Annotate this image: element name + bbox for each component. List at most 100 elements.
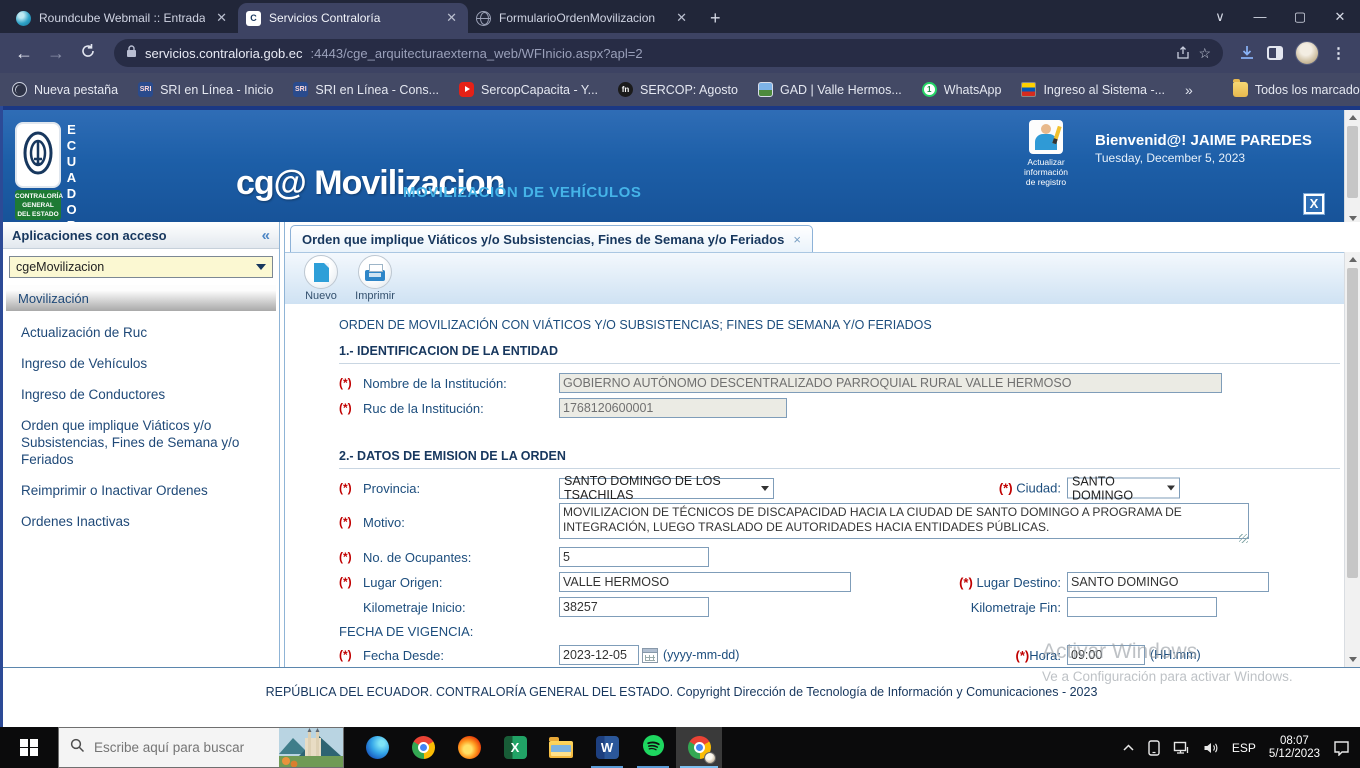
fecha-desde-input[interactable] <box>559 645 639 665</box>
tab-close-icon[interactable]: ✕ <box>673 10 690 26</box>
bookmark-ingreso-sistema[interactable]: Ingreso al Sistema -... <box>1021 82 1165 97</box>
network-icon[interactable] <box>1173 741 1190 755</box>
bookmark-sercop-agosto[interactable]: fn SERCOP: Agosto <box>618 82 738 97</box>
search-input[interactable] <box>94 740 244 755</box>
taskbar-word[interactable]: W <box>584 727 630 768</box>
back-icon[interactable]: ← <box>10 43 38 64</box>
km-inicio-input[interactable] <box>559 597 709 617</box>
km-inicio-label: Kilometraje Inicio: <box>363 600 559 615</box>
content-tab-close-icon[interactable]: × <box>793 232 801 247</box>
language-indicator[interactable]: ESP <box>1232 741 1256 755</box>
scrollbar-thumb[interactable] <box>1347 268 1358 578</box>
taskbar-excel[interactable]: X <box>492 727 538 768</box>
required-marker: (*) <box>339 550 363 564</box>
profile-avatar[interactable] <box>1295 41 1319 65</box>
forward-icon[interactable]: → <box>42 43 70 64</box>
close-window-button[interactable]: ✕ <box>1320 0 1360 33</box>
browser-tab-roundcube[interactable]: Roundcube Webmail :: Entrada ✕ <box>8 3 238 33</box>
taskbar-explorer[interactable] <box>538 727 584 768</box>
km-fin-input[interactable] <box>1067 597 1217 617</box>
ciudad-select[interactable]: SANTO DOMINGO <box>1067 478 1180 499</box>
bookmark-sri-consultas[interactable]: SRI SRI en Línea - Cons... <box>293 82 439 97</box>
taskbar-search[interactable] <box>58 727 344 768</box>
reload-icon[interactable] <box>74 43 102 64</box>
scrollbar-thumb[interactable] <box>1347 126 1358 198</box>
bookmark-star-icon[interactable]: ☆ <box>1198 45 1211 62</box>
imprimir-button[interactable]: Imprimir <box>351 255 399 302</box>
volume-icon[interactable] <box>1203 741 1219 755</box>
required-marker: (*) <box>1015 648 1029 663</box>
ruc-input[interactable] <box>559 398 787 418</box>
application-select[interactable]: cgeMovilizacion <box>9 256 273 278</box>
content-panel: Orden que implique Viáticos y/o Subsiste… <box>284 222 1360 667</box>
scroll-up-icon[interactable] <box>1345 252 1360 267</box>
browser-tab-servicios[interactable]: C Servicios Contraloría ✕ <box>238 3 468 33</box>
address-bar[interactable]: servicios.contraloria.gob.ec :4443/cge_a… <box>114 39 1223 67</box>
side-panel-icon[interactable] <box>1267 46 1283 60</box>
bookmark-whatsapp[interactable]: 1 WhatsApp <box>922 82 1002 97</box>
taskbar-chrome-active[interactable] <box>676 727 722 768</box>
taskbar-spotify[interactable] <box>630 727 676 768</box>
bookmark-gad-valle-hermoso[interactable]: GAD | Valle Hermos... <box>758 82 902 97</box>
tab-close-icon[interactable]: ✕ <box>213 10 230 26</box>
sidebar-item-actualizacion-ruc[interactable]: Actualización de Ruc <box>3 317 279 348</box>
scroll-up-icon[interactable] <box>1345 110 1360 125</box>
notification-center-icon[interactable] <box>1333 740 1350 756</box>
collapse-sidebar-icon[interactable]: « <box>262 227 270 244</box>
bookmarks-overflow-icon[interactable]: » <box>1185 82 1193 98</box>
all-bookmarks-folder[interactable]: Todos los marcadores <box>1233 82 1360 97</box>
sidebar-item-ingreso-vehiculos[interactable]: Ingreso de Vehículos <box>3 348 279 379</box>
taskbar-firefox[interactable] <box>446 727 492 768</box>
sri-icon: SRI <box>293 82 308 97</box>
maximize-button[interactable]: ▢ <box>1280 0 1320 33</box>
downloads-icon[interactable] <box>1239 45 1255 61</box>
tab-close-icon[interactable]: ✕ <box>443 10 460 26</box>
sidebar-item-reimprimir-inactivar[interactable]: Reimprimir o Inactivar Ordenes <box>3 475 279 506</box>
hora-desde-input[interactable] <box>1067 645 1145 665</box>
sidebar-item-orden-viaticos[interactable]: Orden que implique Viáticos y/o Subsiste… <box>3 410 279 475</box>
tab-title: Servicios Contraloría <box>269 11 435 25</box>
browser-tab-formulario[interactable]: FormularioOrdenMovilizacion ✕ <box>468 3 698 33</box>
vigencia-label: FECHA DE VIGENCIA: <box>339 624 473 639</box>
browser-menu-icon[interactable]: ⋮ <box>1331 44 1346 62</box>
destino-input[interactable] <box>1067 572 1269 592</box>
calendar-icon[interactable] <box>642 648 658 663</box>
header-scrollbar[interactable] <box>1344 110 1360 226</box>
sidebar-item-ingreso-conductores[interactable]: Ingreso de Conductores <box>3 379 279 410</box>
ocupantes-input[interactable] <box>559 547 709 567</box>
header-close-button[interactable]: X <box>1304 194 1324 214</box>
update-profile-button[interactable]: Actualizar información de registro <box>1011 120 1081 187</box>
search-highlight-image[interactable] <box>279 728 343 767</box>
tray-expand-icon[interactable] <box>1122 743 1135 752</box>
lock-icon <box>126 45 137 61</box>
field-row-fecha-desde: (*) Fecha Desde: (yyyy-mm-dd) (*)Hora: (… <box>339 643 1360 667</box>
required-marker: (*) <box>999 481 1013 496</box>
motivo-textarea[interactable]: MOVILIZACION DE TÉCNICOS DE DISCAPACIDAD… <box>559 503 1249 539</box>
taskbar-chrome[interactable] <box>400 727 446 768</box>
provincia-select[interactable]: SANTO DOMINGO DE LOS TSACHILAS <box>559 478 774 499</box>
sidebar-item-ordenes-inactivas[interactable]: Ordenes Inactivas <box>3 506 279 537</box>
scroll-down-icon[interactable] <box>1345 652 1360 667</box>
start-button[interactable] <box>0 727 58 768</box>
bookmark-nueva-pestana[interactable]: Nueva pestaña <box>12 82 118 97</box>
destino-group: (*) Lugar Destino: <box>789 572 1269 592</box>
clock[interactable]: 08:07 5/12/2023 <box>1269 735 1320 761</box>
share-icon[interactable] <box>1176 46 1190 60</box>
new-tab-button[interactable]: + <box>698 8 733 33</box>
webpage: CONTRALORÍA GENERAL DEL ESTADO ECUADOR c… <box>0 106 1360 727</box>
your-phone-icon[interactable] <box>1148 740 1160 756</box>
nuevo-button[interactable]: Nuevo <box>297 255 345 302</box>
bookmark-sri-inicio[interactable]: SRI SRI en Línea - Inicio <box>138 82 273 97</box>
spotify-icon <box>642 734 665 762</box>
taskbar-edge[interactable] <box>354 727 400 768</box>
content-tab-orden[interactable]: Orden que implique Viáticos y/o Subsiste… <box>290 225 813 252</box>
cge-logo: CONTRALORÍA GENERAL DEL ESTADO ECUADOR <box>15 122 78 234</box>
resize-grip-icon[interactable] <box>1239 534 1248 543</box>
nombre-input[interactable] <box>559 373 1222 393</box>
tab-search-chevron-icon[interactable]: ∨ <box>1200 0 1240 33</box>
navbar-actions: ⋮ <box>1235 41 1350 65</box>
content-scrollbar[interactable] <box>1344 252 1360 667</box>
minimize-button[interactable]: — <box>1240 0 1280 33</box>
bookmark-sercopcapacita[interactable]: SercopCapacita - Y... <box>459 82 598 97</box>
taskbar-apps: X W <box>354 727 722 768</box>
